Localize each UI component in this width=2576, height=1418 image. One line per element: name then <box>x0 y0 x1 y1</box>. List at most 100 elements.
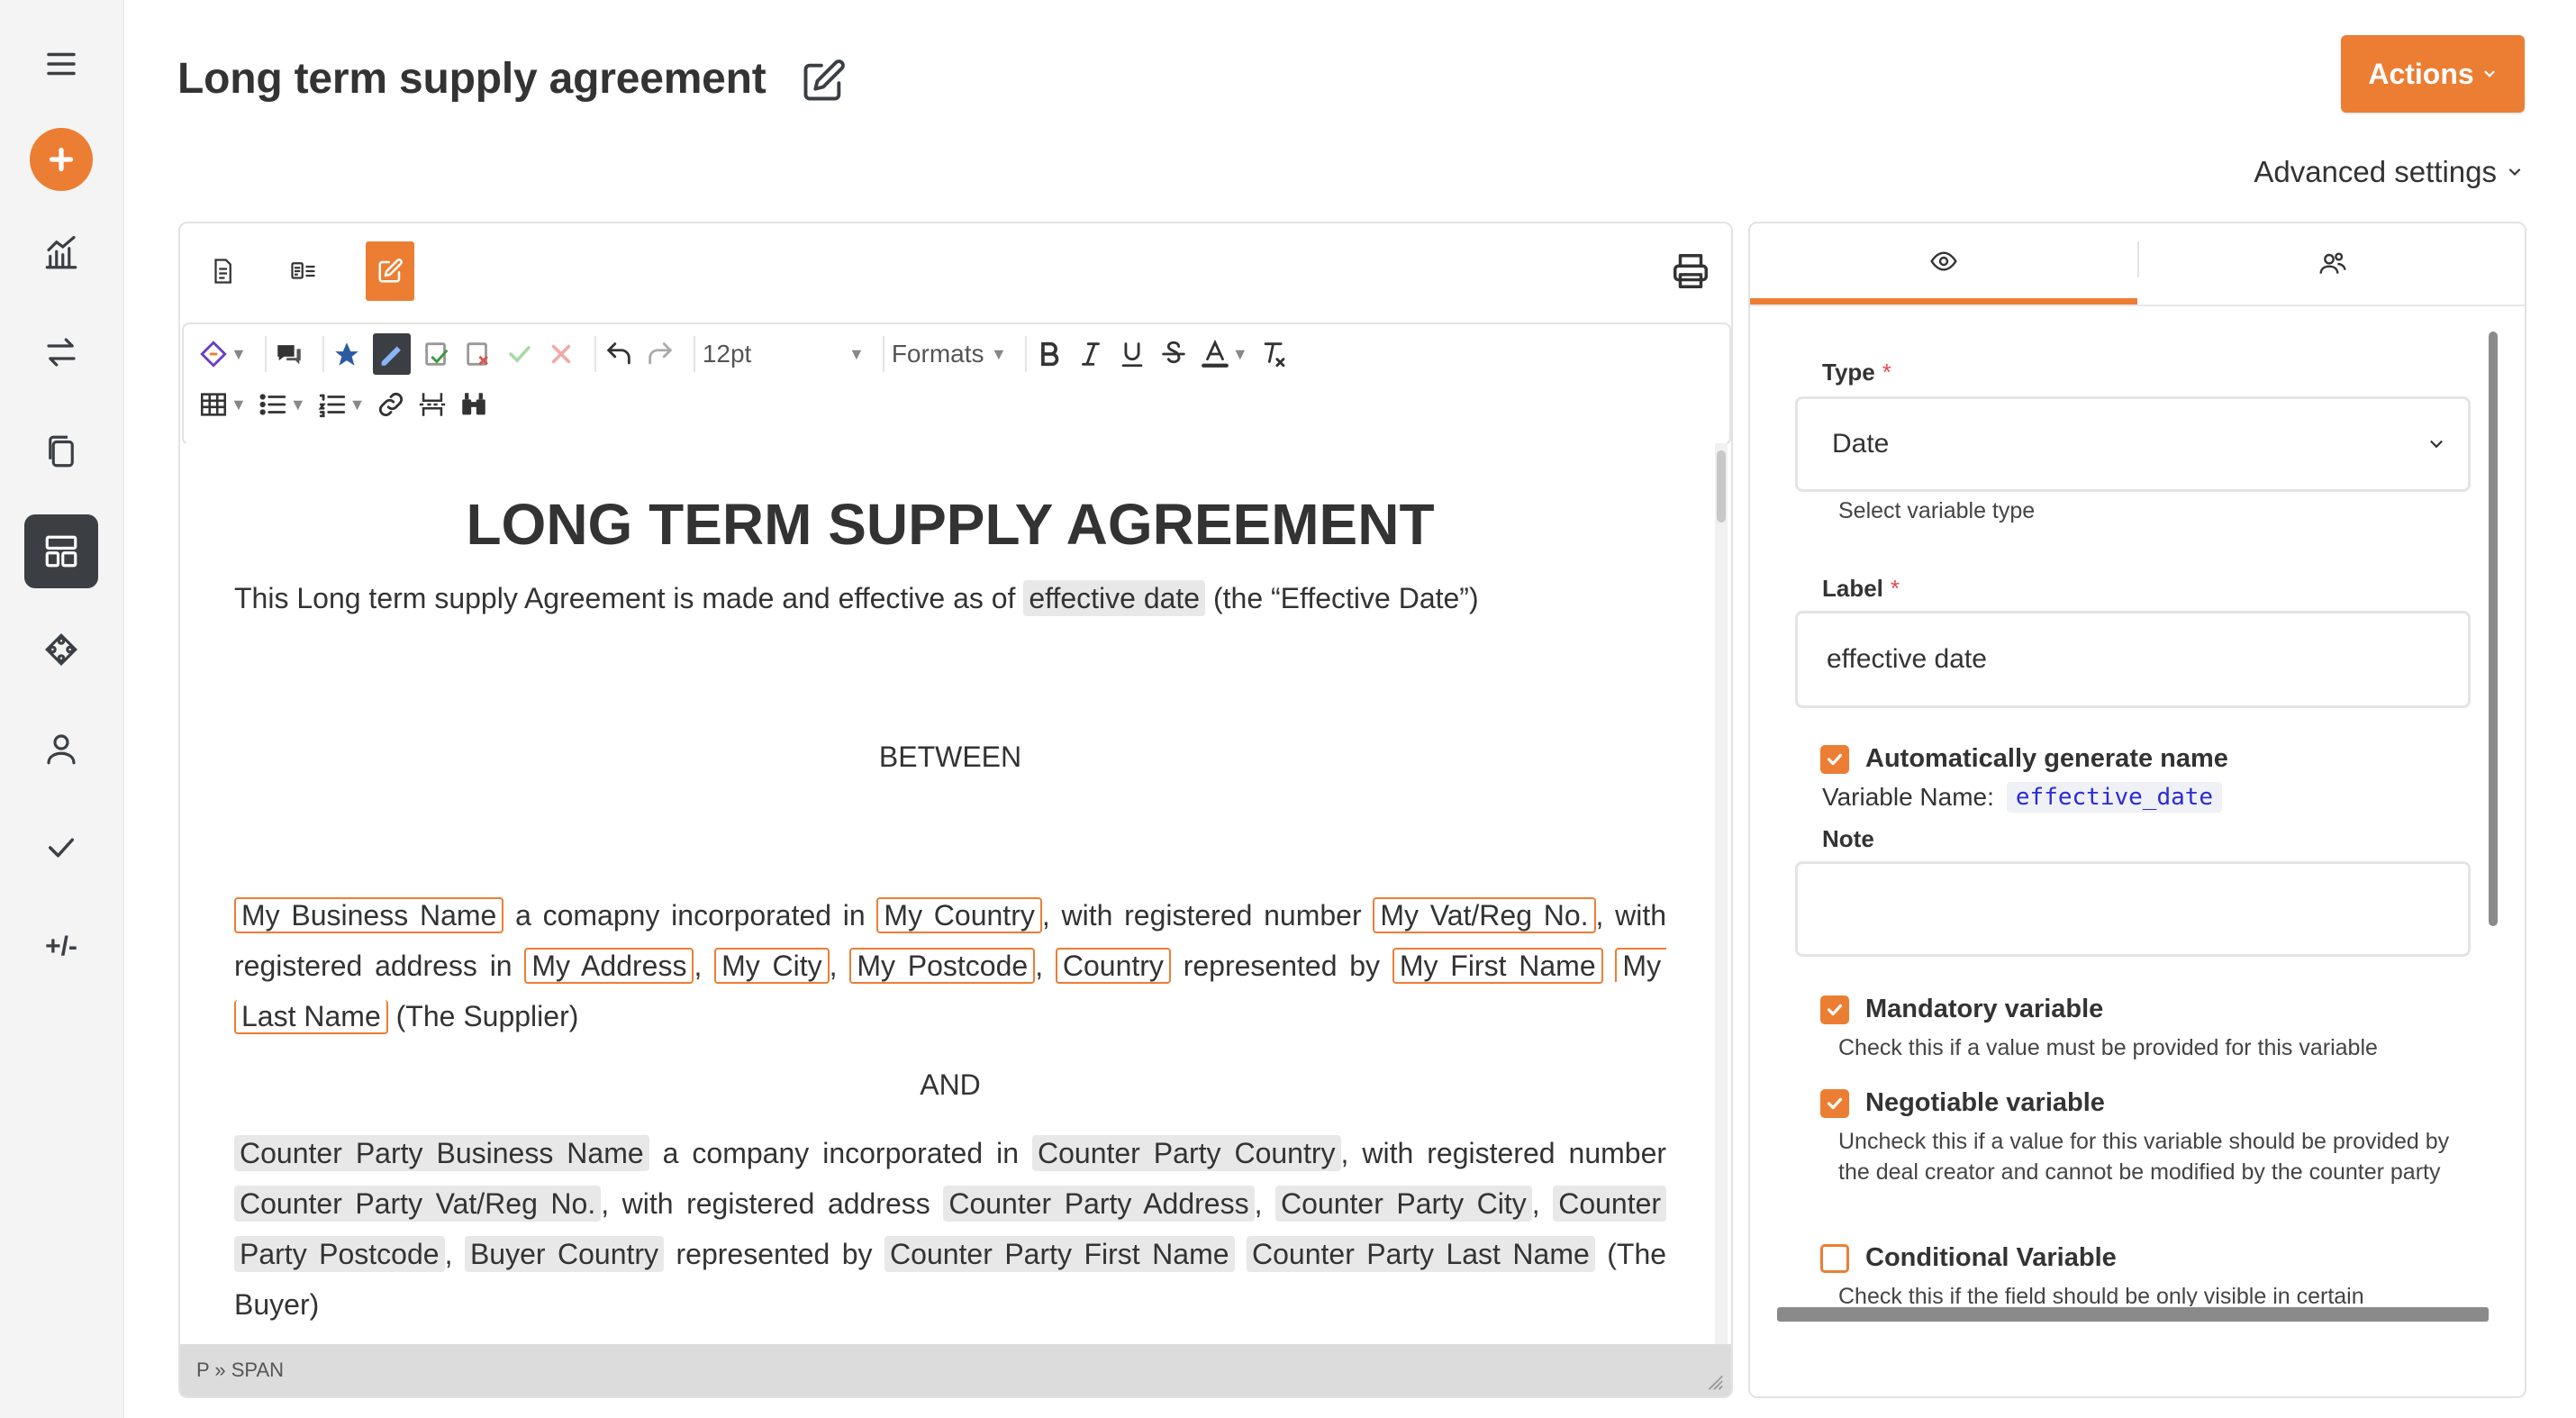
variable-my-postcode[interactable]: My Postcode <box>849 948 1036 984</box>
variable-my-address[interactable]: My Address <box>524 948 694 984</box>
variable-counter-party-city[interactable]: Counter Party City <box>1275 1186 1532 1222</box>
reject-change-button[interactable] <box>546 333 576 375</box>
link-button[interactable] <box>376 384 406 425</box>
variable-counter-party-address[interactable]: Counter Party Address <box>943 1186 1255 1222</box>
show-changes-button[interactable] <box>372 333 411 375</box>
font-size-select[interactable]: 12pt ▼ <box>703 333 865 375</box>
strikethrough-button[interactable] <box>1158 333 1189 375</box>
bold-button[interactable] <box>1034 333 1065 375</box>
type-select[interactable]: Date <box>1795 396 2471 492</box>
tab-parties[interactable] <box>2139 223 2525 305</box>
variable-my-city[interactable]: My City <box>714 948 830 984</box>
tab-visibility[interactable] <box>1750 223 2137 305</box>
negotiable-checkbox-row[interactable]: Negotiable variable <box>1820 1088 2105 1118</box>
profile-button[interactable] <box>24 712 98 786</box>
toolbar-separator <box>1024 336 1027 372</box>
separator-text: , <box>1531 1187 1540 1220</box>
note-input[interactable] <box>1795 861 2471 957</box>
variable-my-last-name[interactable]: Last Name <box>234 1000 388 1034</box>
mandatory-checkbox-row[interactable]: Mandatory variable <box>1820 995 2103 1024</box>
form-horizontal-scrollbar[interactable] <box>1777 1307 2489 1322</box>
add-button[interactable] <box>24 123 98 196</box>
edit-mode-button[interactable] <box>366 241 414 301</box>
underline-icon <box>1121 342 1143 368</box>
document-scrollbar-thumb[interactable] <box>1717 450 1726 523</box>
clear-formatting-button[interactable] <box>1259 333 1290 375</box>
advanced-settings-toggle[interactable]: Advanced settings <box>2254 155 2524 189</box>
dashboard-button[interactable] <box>24 514 98 588</box>
buyer-paragraph: Counter Party Business Name a company in… <box>234 1128 1667 1330</box>
table-button[interactable]: ▼ <box>198 384 247 425</box>
compare-mode-button[interactable] <box>279 241 328 301</box>
accept-change-button[interactable] <box>504 333 535 375</box>
analytics-button[interactable] <box>24 216 98 290</box>
variable-my-last-name-start[interactable]: My <box>1615 948 1667 982</box>
mandatory-checkbox[interactable] <box>1820 995 1849 1024</box>
reject-all-button[interactable] <box>463 333 494 375</box>
variable-counter-party-country[interactable]: Counter Party Country <box>1031 1135 1341 1171</box>
diff-button[interactable]: +/- <box>24 910 98 984</box>
variable-buyer-country[interactable]: Buyer Country <box>464 1236 665 1272</box>
print-icon[interactable] <box>1670 250 1711 292</box>
numbered-list-icon <box>318 394 345 418</box>
page-break-button[interactable] <box>417 384 448 425</box>
comment-icon <box>277 345 301 365</box>
redo-button[interactable] <box>645 333 676 375</box>
find-button[interactable] <box>458 384 489 425</box>
conditional-checkbox[interactable] <box>1820 1243 1849 1273</box>
toolbar-separator <box>693 336 695 372</box>
document-content[interactable]: LONG TERM SUPPLY AGREEMENT This Long ter… <box>234 443 1666 1330</box>
variable-counter-party-business-name[interactable]: Counter Party Business Name <box>234 1135 649 1171</box>
transfer-button[interactable] <box>24 315 98 389</box>
documents-button[interactable] <box>24 414 98 488</box>
users-icon <box>2319 252 2346 274</box>
variable-my-business-name[interactable]: My Business Name <box>234 897 504 933</box>
chevron-down-icon <box>2430 441 2443 449</box>
variable-effective-date[interactable]: effective date <box>1023 580 1206 616</box>
numbered-list-button[interactable]: ▼ <box>317 384 365 425</box>
tasks-button[interactable] <box>24 811 98 885</box>
variable-counter-party-first-name[interactable]: Counter Party First Name <box>884 1236 1235 1272</box>
toolbar-separator <box>882 336 884 372</box>
intro-paragraph: This Long term supply Agreement is made … <box>234 573 1666 623</box>
document-scrollbar[interactable] <box>1715 443 1728 1344</box>
variable-my-vat[interactable]: My Vat/Reg No. <box>1373 897 1596 933</box>
variable-tool-button[interactable]: ▼ <box>198 333 247 375</box>
underline-button[interactable] <box>1117 333 1147 375</box>
italic-button[interactable] <box>1075 333 1106 375</box>
undo-button[interactable] <box>603 333 634 375</box>
variable-counter-party-last-name[interactable]: Counter Party Last Name <box>1247 1236 1595 1272</box>
buyer-text: a company incorporated in <box>662 1137 1019 1169</box>
formats-select[interactable]: Formats ▼ <box>892 333 1007 375</box>
auto-name-checkbox-row[interactable]: Automatically generate name <box>1820 744 2228 774</box>
variable-country[interactable]: Country <box>1055 948 1171 984</box>
conditional-checkbox-row[interactable]: Conditional Variable <box>1820 1243 2117 1273</box>
integrations-button[interactable] <box>24 613 98 686</box>
variable-my-first-name[interactable]: My First Name <box>1392 948 1603 984</box>
view-mode-button[interactable] <box>198 241 247 301</box>
auto-name-checkbox[interactable] <box>1820 744 1849 774</box>
variable-name-label: Variable Name: <box>1822 783 1994 811</box>
variable-my-country[interactable]: My Country <box>876 897 1042 933</box>
required-mark: * <box>1890 575 1900 602</box>
required-mark: * <box>1882 359 1891 386</box>
reject-all-icon <box>467 342 488 366</box>
actions-button[interactable]: Actions <box>2341 35 2525 113</box>
negotiable-checkbox[interactable] <box>1820 1088 1849 1118</box>
bullet-list-button[interactable]: ▼ <box>258 384 306 425</box>
page-break-icon <box>420 393 446 416</box>
comment-button[interactable] <box>274 333 304 375</box>
variable-counter-party-postcode[interactable]: Party Postcode <box>234 1236 445 1272</box>
variable-counter-party-vat[interactable]: Counter Party Vat/Reg No. <box>234 1186 602 1222</box>
form-scrollbar-thumb[interactable] <box>2489 332 2498 926</box>
text-color-button[interactable]: ▼ <box>1200 333 1248 375</box>
track-changes-button[interactable] <box>331 333 362 375</box>
document-area[interactable]: LONG TERM SUPPLY AGREEMENT This Long ter… <box>182 443 1728 1344</box>
accept-all-button[interactable] <box>422 333 452 375</box>
editor-panel: ▼ 12pt ▼ Formats ▼ ▼ ▼ ▼ ▼ LONG TERM SUP… <box>178 222 1733 1398</box>
resize-grip-icon[interactable] <box>1704 1371 1724 1391</box>
menu-button[interactable] <box>24 27 98 101</box>
label-input[interactable]: effective date <box>1795 611 2471 708</box>
variable-counter-party-postcode-start[interactable]: Counter <box>1553 1186 1667 1222</box>
edit-title-icon[interactable] <box>800 58 847 105</box>
